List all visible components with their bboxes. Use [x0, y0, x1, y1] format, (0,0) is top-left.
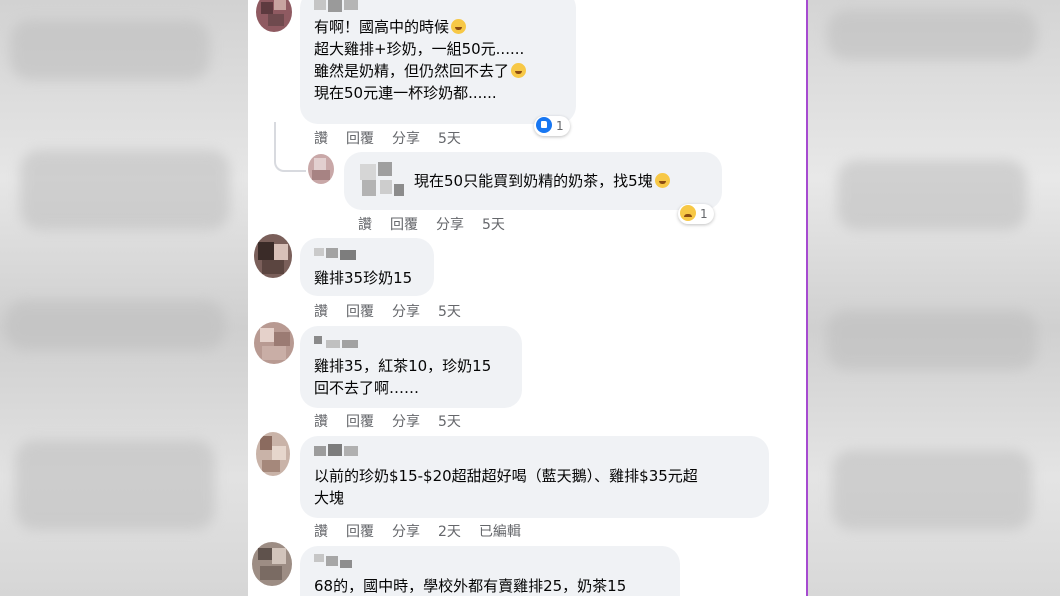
edited-label: 已編輯 [478, 524, 521, 540]
comment-bubble: 以前的珍奶$15-$20超甜超好喝（藍天鵝）、雞排$35元超 大塊 [300, 436, 769, 518]
commenter-name-blurred[interactable] [314, 248, 360, 260]
panel-border [806, 0, 808, 596]
blurred-background-right [807, 0, 1060, 596]
like-button[interactable]: 讚 [314, 301, 328, 321]
commenter-name-blurred[interactable] [314, 444, 360, 456]
timestamp[interactable]: 5天 [482, 214, 505, 234]
comment-line: 有啊！國高中的時候 [314, 18, 450, 36]
comment-actions: 讚回覆 分享 5天 [314, 128, 479, 148]
reply-button[interactable]: 回覆 [346, 411, 374, 431]
comment-bubble: 68的，國中時，學校外都有賣雞排25，奶茶15 [300, 546, 680, 596]
reply-button[interactable]: 回覆 [346, 301, 374, 321]
comment-line: 68的，國中時，學校外都有賣雞排25，奶茶15 [314, 577, 627, 595]
comment-text: 68的，國中時，學校外都有賣雞排25，奶茶15 [314, 575, 626, 596]
avatar[interactable] [256, 0, 292, 32]
commenter-name-blurred[interactable] [314, 0, 360, 12]
like-button[interactable]: 讚 [314, 411, 328, 431]
timestamp[interactable]: 2天 [438, 521, 461, 541]
share-button[interactable]: 分享 [392, 411, 420, 431]
comment-line: 雞排35珍奶15 [314, 269, 413, 287]
like-button[interactable]: 讚 [358, 214, 372, 234]
comment-bubble: 有啊！國高中的時候 超大雞排+珍奶，一組50元...... 雖然是奶精，但仍然回… [300, 0, 576, 124]
comment-text: 以前的珍奶$15-$20超甜超好喝（藍天鵝）、雞排$35元超 大塊 [314, 465, 698, 509]
comment-line: 雖然是奶精，但仍然回不去了 [314, 62, 510, 80]
reply-button[interactable]: 回覆 [346, 128, 374, 148]
timestamp[interactable]: 5天 [438, 128, 461, 148]
like-button[interactable]: 讚 [314, 128, 328, 148]
comment-line: 雞排35，紅茶10，珍奶15 [314, 357, 492, 375]
commenter-name-blurred[interactable] [314, 554, 360, 568]
timestamp[interactable]: 5天 [438, 411, 461, 431]
comment-line: 超大雞排+珍奶，一組50元...... [314, 40, 525, 58]
avatar[interactable] [254, 322, 294, 364]
reply-button[interactable]: 回覆 [390, 214, 418, 234]
reply-button[interactable]: 回覆 [346, 521, 374, 541]
comment-line: 大塊 [314, 489, 345, 507]
comment-line: 回不去了啊…… [314, 379, 420, 397]
comments-panel: 有啊！國高中的時候 超大雞排+珍奶，一組50元...... 雖然是奶精，但仍然回… [248, 0, 806, 596]
reply-thread-line [274, 122, 306, 172]
comment-text: 有啊！國高中的時候 超大雞排+珍奶，一組50元...... 雖然是奶精，但仍然回… [314, 16, 527, 104]
laughing-emoji-icon [654, 173, 670, 188]
comment-actions: 讚回覆 分享 5天 [314, 411, 479, 431]
comment-text: 現在50只能買到奶精的奶茶，找5塊 [414, 170, 670, 192]
comment-actions: 讚回覆 分享 5天 [314, 301, 479, 321]
share-button[interactable]: 分享 [392, 128, 420, 148]
comment-bubble: 雞排35，紅茶10，珍奶15 回不去了啊…… [300, 326, 522, 408]
commenter-name-blurred[interactable] [314, 336, 360, 348]
share-button[interactable]: 分享 [392, 301, 420, 321]
comment-line: 以前的珍奶$15-$20超甜超好喝（藍天鵝）、雞排$35元超 [314, 467, 698, 485]
crying-emoji-icon [451, 19, 467, 34]
sad-icon [680, 205, 696, 221]
comment-line: 現在50只能買到奶精的奶茶，找5塊 [414, 172, 653, 190]
avatar[interactable] [308, 154, 334, 184]
commenter-name-blurred[interactable] [360, 162, 410, 200]
comment-text: 雞排35，紅茶10，珍奶15 回不去了啊…… [314, 355, 491, 399]
blurred-background-left [0, 0, 248, 596]
comment-bubble: 雞排35珍奶15 [300, 238, 434, 296]
comment-text: 雞排35珍奶15 [314, 267, 412, 289]
comment-actions: 讚回覆 分享 2天 已編輯 [314, 521, 539, 541]
reaction-summary[interactable]: 1 [678, 204, 714, 224]
comment-line: 現在50元連一杯珍奶都...... [314, 84, 497, 102]
avatar[interactable] [256, 432, 290, 476]
avatar[interactable] [252, 542, 292, 586]
reaction-summary[interactable]: 1 [534, 116, 570, 136]
comment-bubble: 現在50只能買到奶精的奶茶，找5塊 [344, 152, 722, 210]
timestamp[interactable]: 5天 [438, 301, 461, 321]
share-button[interactable]: 分享 [392, 521, 420, 541]
avatar[interactable] [254, 234, 292, 278]
like-icon [536, 117, 552, 133]
like-button[interactable]: 讚 [314, 521, 328, 541]
share-button[interactable]: 分享 [436, 214, 464, 234]
crying-emoji-icon [511, 63, 527, 78]
comment-actions: 讚回覆 分享 5天 [358, 214, 523, 234]
